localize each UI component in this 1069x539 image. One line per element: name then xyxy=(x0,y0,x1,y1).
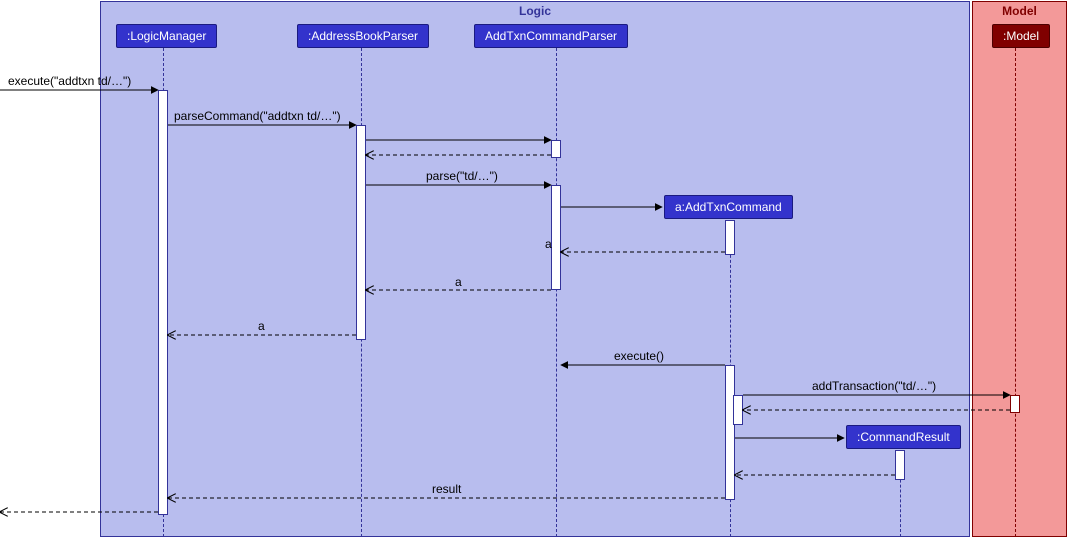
participant-model: :Model xyxy=(992,24,1050,48)
msg-return-a-3: a xyxy=(258,319,265,333)
activation-logic-manager xyxy=(158,90,168,515)
activation-addtxn-parser-2 xyxy=(551,185,561,290)
msg-parse-command: parseCommand("addtxn td/…") xyxy=(174,109,341,123)
activation-command-result xyxy=(895,450,905,480)
msg-execute-call: execute() xyxy=(614,349,664,363)
msg-result: result xyxy=(432,482,461,496)
msg-add-transaction: addTransaction("td/…") xyxy=(812,379,936,393)
logic-frame: Logic xyxy=(100,1,970,537)
lifeline-model xyxy=(1015,48,1016,537)
participant-addtxn-command: a:AddTxnCommand xyxy=(664,195,793,219)
msg-parse: parse("td/…") xyxy=(426,169,498,183)
activation-addtxn-parser-1 xyxy=(551,140,561,158)
activation-addtxn-cmd-nested xyxy=(733,395,743,425)
participant-addtxn-command-parser: AddTxnCommandParser xyxy=(474,24,628,48)
msg-execute-in: execute("addtxn td/…") xyxy=(8,74,131,88)
msg-return-a-2: a xyxy=(455,275,462,289)
model-frame-label: Model xyxy=(973,2,1066,18)
logic-frame-label: Logic xyxy=(101,2,969,18)
model-frame: Model xyxy=(972,1,1067,537)
participant-logic-manager: :LogicManager xyxy=(116,24,217,48)
activation-addtxn-cmd-create xyxy=(725,220,735,255)
msg-return-a-1: a xyxy=(545,237,552,251)
participant-command-result: :CommandResult xyxy=(846,425,961,449)
activation-address-book-parser xyxy=(356,125,366,340)
activation-model xyxy=(1010,395,1020,413)
lifeline-addtxn-command-parser xyxy=(556,48,557,537)
activation-addtxn-cmd-execute xyxy=(725,365,735,500)
participant-address-book-parser: :AddressBookParser xyxy=(297,24,429,48)
